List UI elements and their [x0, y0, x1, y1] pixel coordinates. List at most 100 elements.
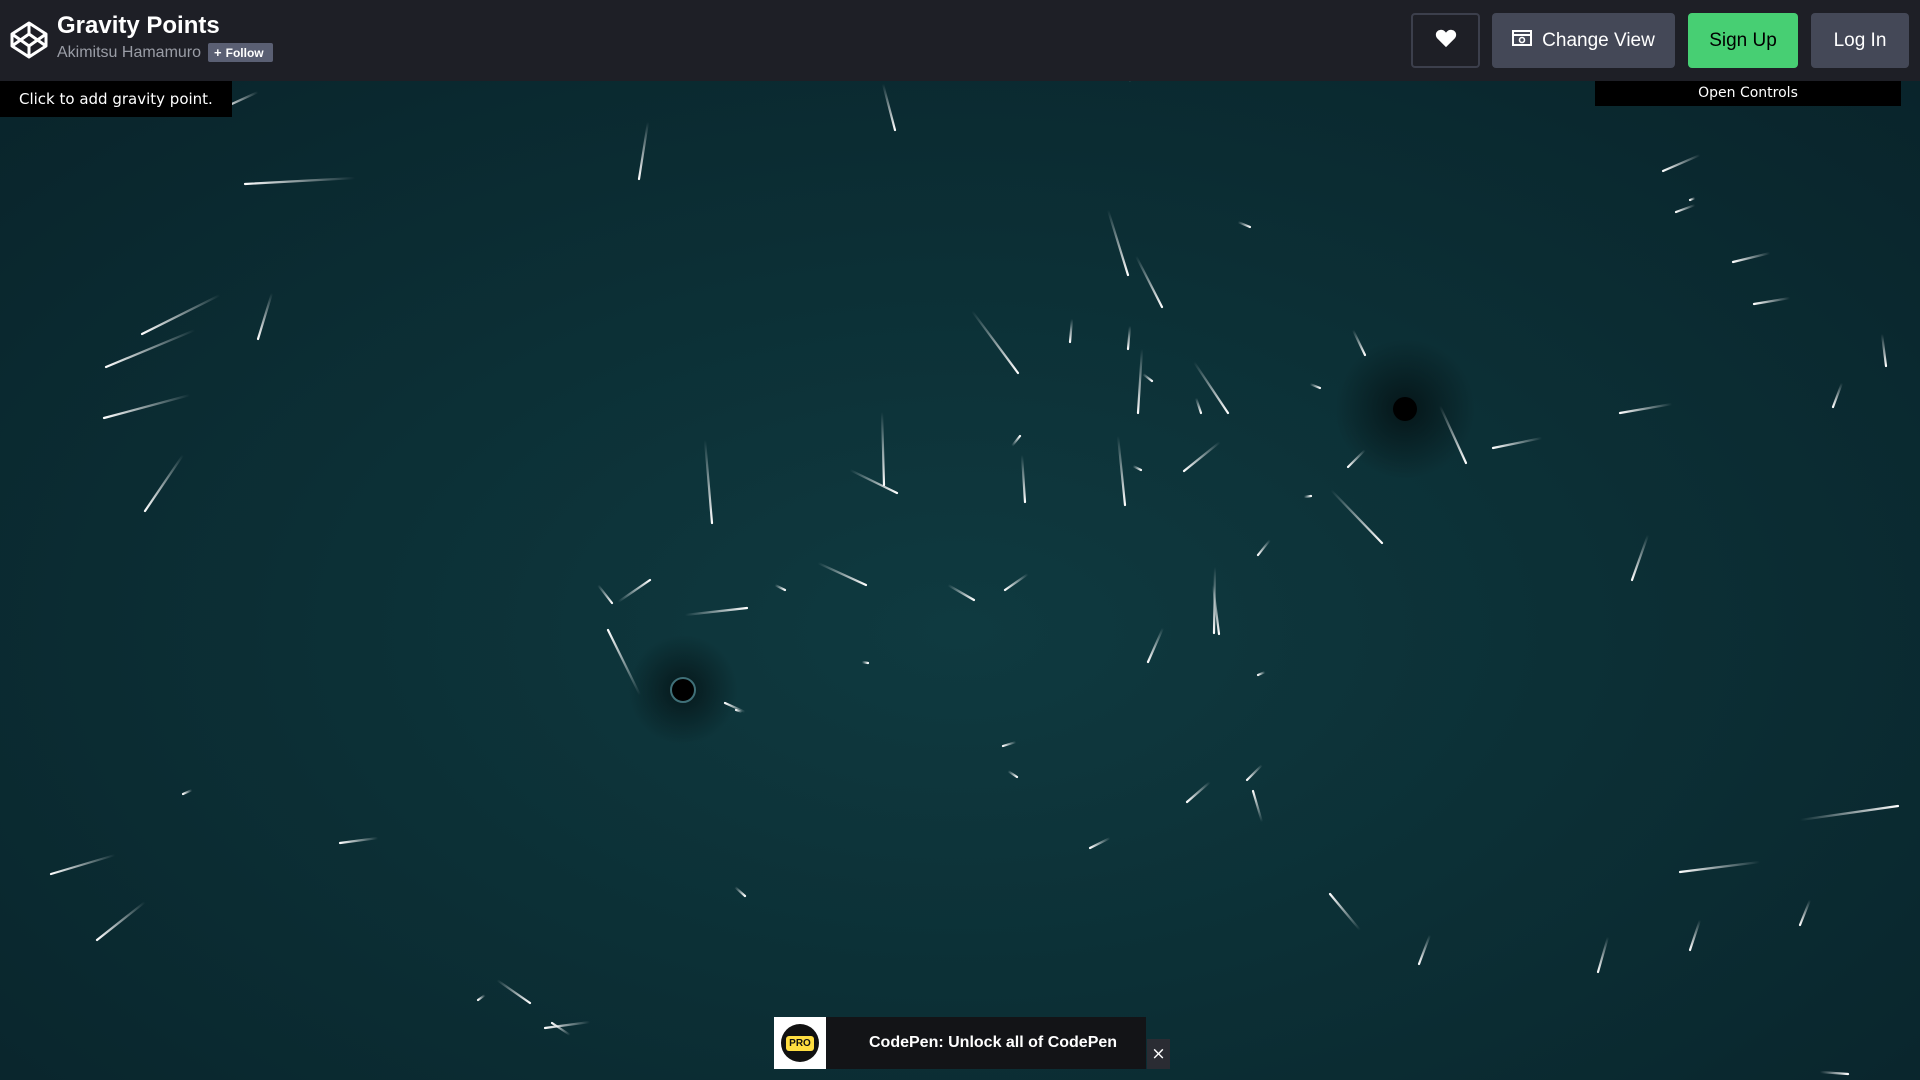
particle-trail — [1126, 324, 1132, 351]
particle-trail — [1308, 382, 1322, 390]
particle-trail — [243, 176, 357, 186]
gravity-point[interactable] — [1393, 397, 1417, 421]
pro-promo-banner[interactable]: PRO CodePen: Unlock all of CodePen — [774, 1017, 1146, 1069]
particle-trail — [1329, 488, 1384, 545]
author-link[interactable]: Akimitsu Hamamuro — [57, 44, 201, 62]
particle-trail — [1752, 296, 1792, 306]
particle-trail — [102, 393, 192, 420]
follow-button[interactable]: + Follow — [208, 43, 273, 62]
change-view-button[interactable]: Change View — [1492, 13, 1675, 68]
pen-title: Gravity Points — [57, 12, 220, 39]
particle-trail — [946, 583, 976, 602]
particle-trail — [1831, 381, 1844, 409]
particle-trail — [1194, 396, 1203, 415]
particle-trail — [338, 836, 380, 845]
particle-trail — [1731, 251, 1772, 264]
particle-trail — [606, 628, 642, 697]
particle-trail — [1596, 935, 1610, 974]
particle-trail — [1068, 317, 1074, 344]
particle-trail — [1116, 434, 1127, 507]
particle-trail — [616, 578, 652, 604]
particle-trail — [1003, 572, 1030, 592]
particle-trail — [1798, 804, 1900, 822]
gravity-canvas[interactable] — [0, 81, 1920, 1080]
particle-trails — [49, 81, 1900, 1076]
particle-trail — [637, 120, 650, 181]
pen-title-block: Gravity Points Akimitsu Hamamuro + Follo… — [57, 12, 273, 62]
codepen-logo-icon[interactable] — [9, 20, 49, 60]
log-in-button[interactable]: Log In — [1811, 13, 1909, 68]
particle-trail — [1256, 538, 1272, 557]
particle-trail — [1618, 402, 1674, 415]
particle-trail — [1674, 203, 1697, 214]
layout-icon — [1512, 29, 1542, 52]
gravity-point-glows — [628, 339, 1475, 745]
sign-up-button[interactable]: Sign Up — [1688, 13, 1798, 68]
particle-trail — [1006, 769, 1019, 779]
particle-trail — [1001, 740, 1018, 748]
particle-trail — [1661, 153, 1702, 173]
particle-trail — [816, 561, 868, 587]
particle-trail — [1245, 763, 1264, 782]
particle-layer — [49, 81, 1900, 1076]
particle-trail — [1146, 626, 1165, 664]
particle-trail — [1417, 933, 1432, 966]
particle-trail — [860, 660, 870, 665]
particle-trail — [1798, 898, 1812, 927]
particle-trail — [848, 468, 899, 495]
particle-trail — [1688, 918, 1702, 952]
particle-trail — [1020, 453, 1027, 504]
particle-trail — [1236, 220, 1252, 229]
particle-trail — [881, 82, 897, 132]
pro-icon-box: PRO — [774, 1017, 826, 1069]
heart-button[interactable] — [1411, 13, 1480, 68]
particle-trail — [1251, 789, 1264, 824]
author-row: Akimitsu Hamamuro + Follow — [57, 43, 273, 62]
particle-trail — [1688, 196, 1697, 202]
particle-trail — [1880, 332, 1888, 368]
pro-badge-text: PRO — [786, 1035, 814, 1051]
particle-trail — [880, 410, 886, 487]
particle-trail — [773, 583, 787, 592]
particle-trail — [970, 309, 1020, 375]
pro-badge-icon: PRO — [781, 1024, 819, 1062]
particle-trail — [1134, 254, 1164, 309]
particle-trail — [495, 978, 532, 1005]
particle-trail — [181, 788, 194, 796]
particle-trail — [733, 885, 747, 898]
particle-trail — [1088, 836, 1112, 850]
particle-trail — [1136, 347, 1144, 415]
particle-trail — [1630, 533, 1650, 582]
particle-trail — [143, 453, 185, 513]
particle-trail — [1010, 434, 1022, 448]
follow-label: Follow — [225, 45, 264, 60]
plus-icon: + — [214, 45, 222, 60]
particle-trail — [140, 293, 222, 336]
instruction-text: Click to add gravity point. — [0, 81, 232, 117]
particle-trail — [1131, 464, 1143, 472]
particle-trail — [703, 438, 714, 525]
particle-trail — [1185, 780, 1212, 804]
heart-icon — [1435, 28, 1457, 54]
particle-trail — [596, 583, 614, 605]
particle-trail — [1141, 372, 1154, 383]
particle-trail — [256, 291, 274, 341]
close-icon[interactable]: × — [1147, 1039, 1170, 1069]
particle-trail — [1106, 208, 1130, 277]
particle-trail — [1351, 328, 1367, 357]
particle-trail — [1302, 494, 1313, 499]
particle-trail — [1182, 440, 1222, 473]
particle-trail — [49, 853, 117, 876]
particle-trail — [683, 606, 749, 617]
open-controls-button[interactable]: Open Controls — [1595, 81, 1901, 106]
particle-trail — [1256, 670, 1267, 677]
promo-text: CodePen: Unlock all of CodePen — [869, 1034, 1118, 1051]
particle-trail — [476, 993, 487, 1002]
codepen-header: Gravity Points Akimitsu Hamamuro + Follo… — [0, 0, 1920, 81]
particle-trail — [104, 328, 197, 369]
particle-trail — [1678, 860, 1762, 874]
particle-trail — [1818, 1070, 1850, 1076]
particle-trail — [1328, 892, 1362, 932]
gravity-point[interactable] — [670, 677, 696, 703]
particle-trail — [95, 900, 147, 942]
